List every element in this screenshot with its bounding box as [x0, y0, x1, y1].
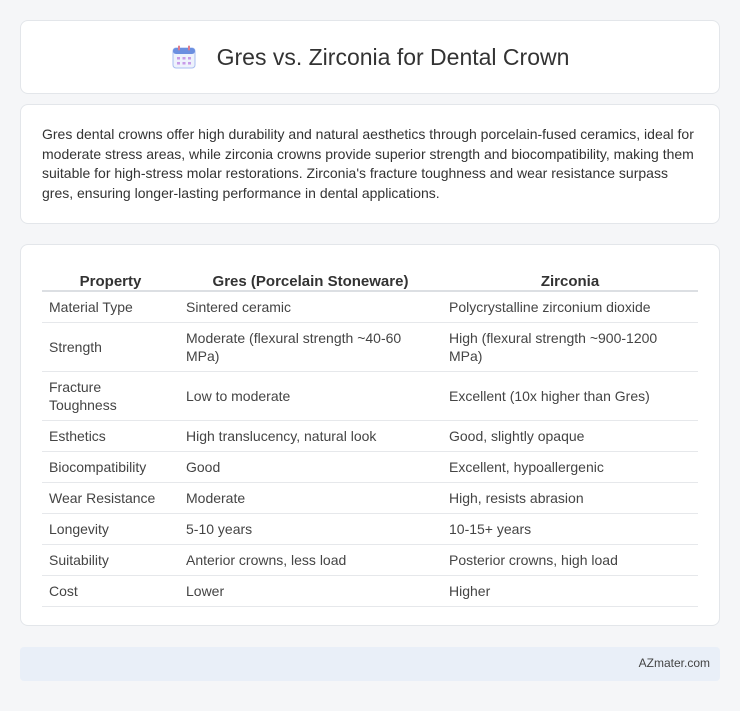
page-title: Gres vs. Zirconia for Dental Crown [216, 43, 570, 70]
cell-zirconia: Excellent, hypoallergenic [442, 451, 698, 483]
cell-gres: Lower [179, 575, 442, 607]
cell-gres: Moderate (flexural strength ~40-60 MPa) [179, 322, 442, 372]
cell-gres: High translucency, natural look [179, 420, 442, 452]
cell-property: Material Type [42, 291, 179, 323]
cell-gres: Sintered ceramic [179, 291, 442, 323]
cell-gres: Anterior crowns, less load [179, 544, 442, 576]
cell-gres: Moderate [179, 482, 442, 514]
cell-gres: Good [179, 451, 442, 483]
cell-property: Suitability [42, 544, 179, 576]
title-card: Gres vs. Zirconia for Dental Crown [20, 20, 720, 94]
cell-zirconia: High (flexural strength ~900-1200 MPa) [442, 322, 698, 372]
cell-property: Cost [42, 575, 179, 607]
summary-card: Gres dental crowns offer high durability… [20, 104, 720, 224]
cell-gres: 5-10 years [179, 513, 442, 545]
table-row: Biocompatibility Good Excellent, hypoall… [42, 451, 698, 483]
table-row: Fracture Toughness Low to moderate Excel… [42, 371, 698, 421]
cell-zirconia: High, resists abrasion [442, 482, 698, 514]
table-row: Wear Resistance Moderate High, resists a… [42, 482, 698, 514]
header-zirconia: Zirconia [442, 265, 698, 292]
cell-zirconia: Good, slightly opaque [442, 420, 698, 452]
cell-zirconia: Higher [442, 575, 698, 607]
footer-brand[interactable]: AZmater.com [639, 656, 710, 670]
header-property: Property [42, 265, 179, 292]
header-gres: Gres (Porcelain Stoneware) [179, 265, 442, 292]
cell-property: Fracture Toughness [42, 371, 179, 421]
table-row: Suitability Anterior crowns, less load P… [42, 544, 698, 576]
table-row: Esthetics High translucency, natural loo… [42, 420, 698, 452]
summary-text: Gres dental crowns offer high durability… [42, 126, 694, 201]
cell-zirconia: Excellent (10x higher than Gres) [442, 371, 698, 421]
table-row: Strength Moderate (flexural strength ~40… [42, 322, 698, 372]
table-header-row: Property Gres (Porcelain Stoneware) Zirc… [42, 265, 698, 292]
table-row: Material Type Sintered ceramic Polycryst… [42, 291, 698, 323]
cell-zirconia: Posterior crowns, high load [442, 544, 698, 576]
comparison-table-card: Property Gres (Porcelain Stoneware) Zirc… [20, 244, 720, 626]
cell-property: Strength [42, 322, 179, 372]
comparison-table: Property Gres (Porcelain Stoneware) Zirc… [42, 265, 698, 607]
table-row: Cost Lower Higher [42, 575, 698, 607]
calendar-icon [171, 44, 197, 70]
cell-property: Esthetics [42, 420, 179, 452]
cell-gres: Low to moderate [179, 371, 442, 421]
cell-property: Longevity [42, 513, 179, 545]
cell-zirconia: Polycrystalline zirconium dioxide [442, 291, 698, 323]
cell-property: Wear Resistance [42, 482, 179, 514]
table-row: Longevity 5-10 years 10-15+ years [42, 513, 698, 545]
cell-zirconia: 10-15+ years [442, 513, 698, 545]
footer: AZmater.com [20, 647, 720, 681]
cell-property: Biocompatibility [42, 451, 179, 483]
